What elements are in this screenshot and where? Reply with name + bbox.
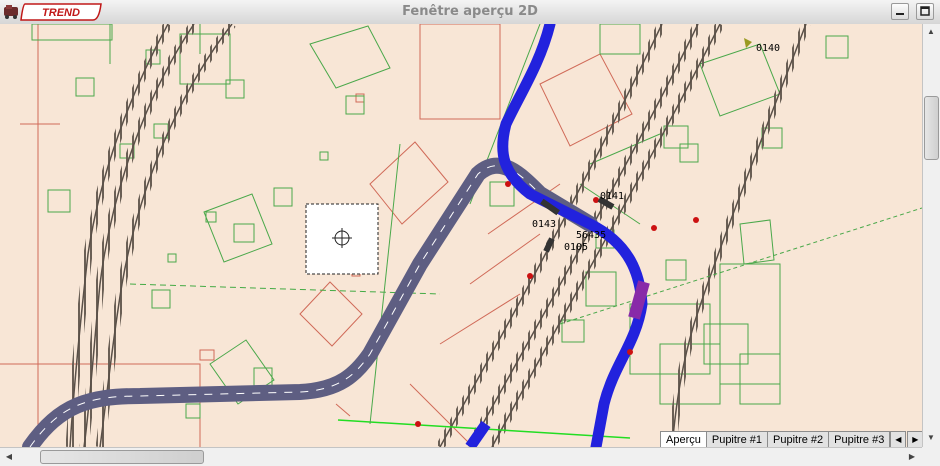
label-0105: 0105 (564, 242, 588, 253)
horizontal-scrollbar[interactable]: ◀ ▶ (0, 447, 922, 466)
triangle-right-icon: ▶ (908, 452, 916, 461)
triangle-down-icon: ▼ (927, 433, 935, 442)
scroll-left-button[interactable]: ◀ (1, 449, 17, 465)
vertical-scroll-thumb[interactable] (924, 96, 939, 160)
label-0143: 0143 (532, 219, 556, 230)
window-title: Fenêtre aperçu 2D (402, 4, 538, 19)
blue-route-branch (465, 420, 491, 447)
map-view[interactable]: 0140 0141 0143 56435 0105 (0, 24, 922, 447)
scroll-up-button[interactable]: ▲ (923, 24, 939, 40)
map-canvas[interactable]: 0140 0141 0143 56435 0105 (0, 24, 922, 447)
label-0140: 0140 (756, 43, 780, 54)
triangle-left-icon: ◀ (895, 435, 902, 444)
maximize-button[interactable] (916, 3, 934, 20)
selected-object[interactable] (305, 203, 379, 275)
horizontal-scroll-thumb[interactable] (40, 450, 204, 464)
scroll-corner (922, 447, 940, 466)
triangle-up-icon: ▲ (927, 27, 935, 36)
triangle-left-icon: ◀ (5, 452, 13, 461)
triangle-right-icon: ▶ (912, 435, 919, 444)
minimize-icon (896, 13, 904, 15)
minimize-button[interactable] (891, 3, 909, 20)
maximize-icon (920, 6, 930, 16)
label-0141: 0141 (600, 191, 624, 202)
scroll-down-button[interactable]: ▼ (923, 430, 939, 446)
signal-marker-icon (744, 38, 752, 48)
scroll-right-button[interactable]: ▶ (904, 449, 920, 465)
vertical-scrollbar[interactable]: ▲ ▼ (922, 24, 940, 447)
label-56435: 56435 (576, 230, 606, 241)
title-bar: TREND Fenêtre aperçu 2D (0, 0, 940, 25)
